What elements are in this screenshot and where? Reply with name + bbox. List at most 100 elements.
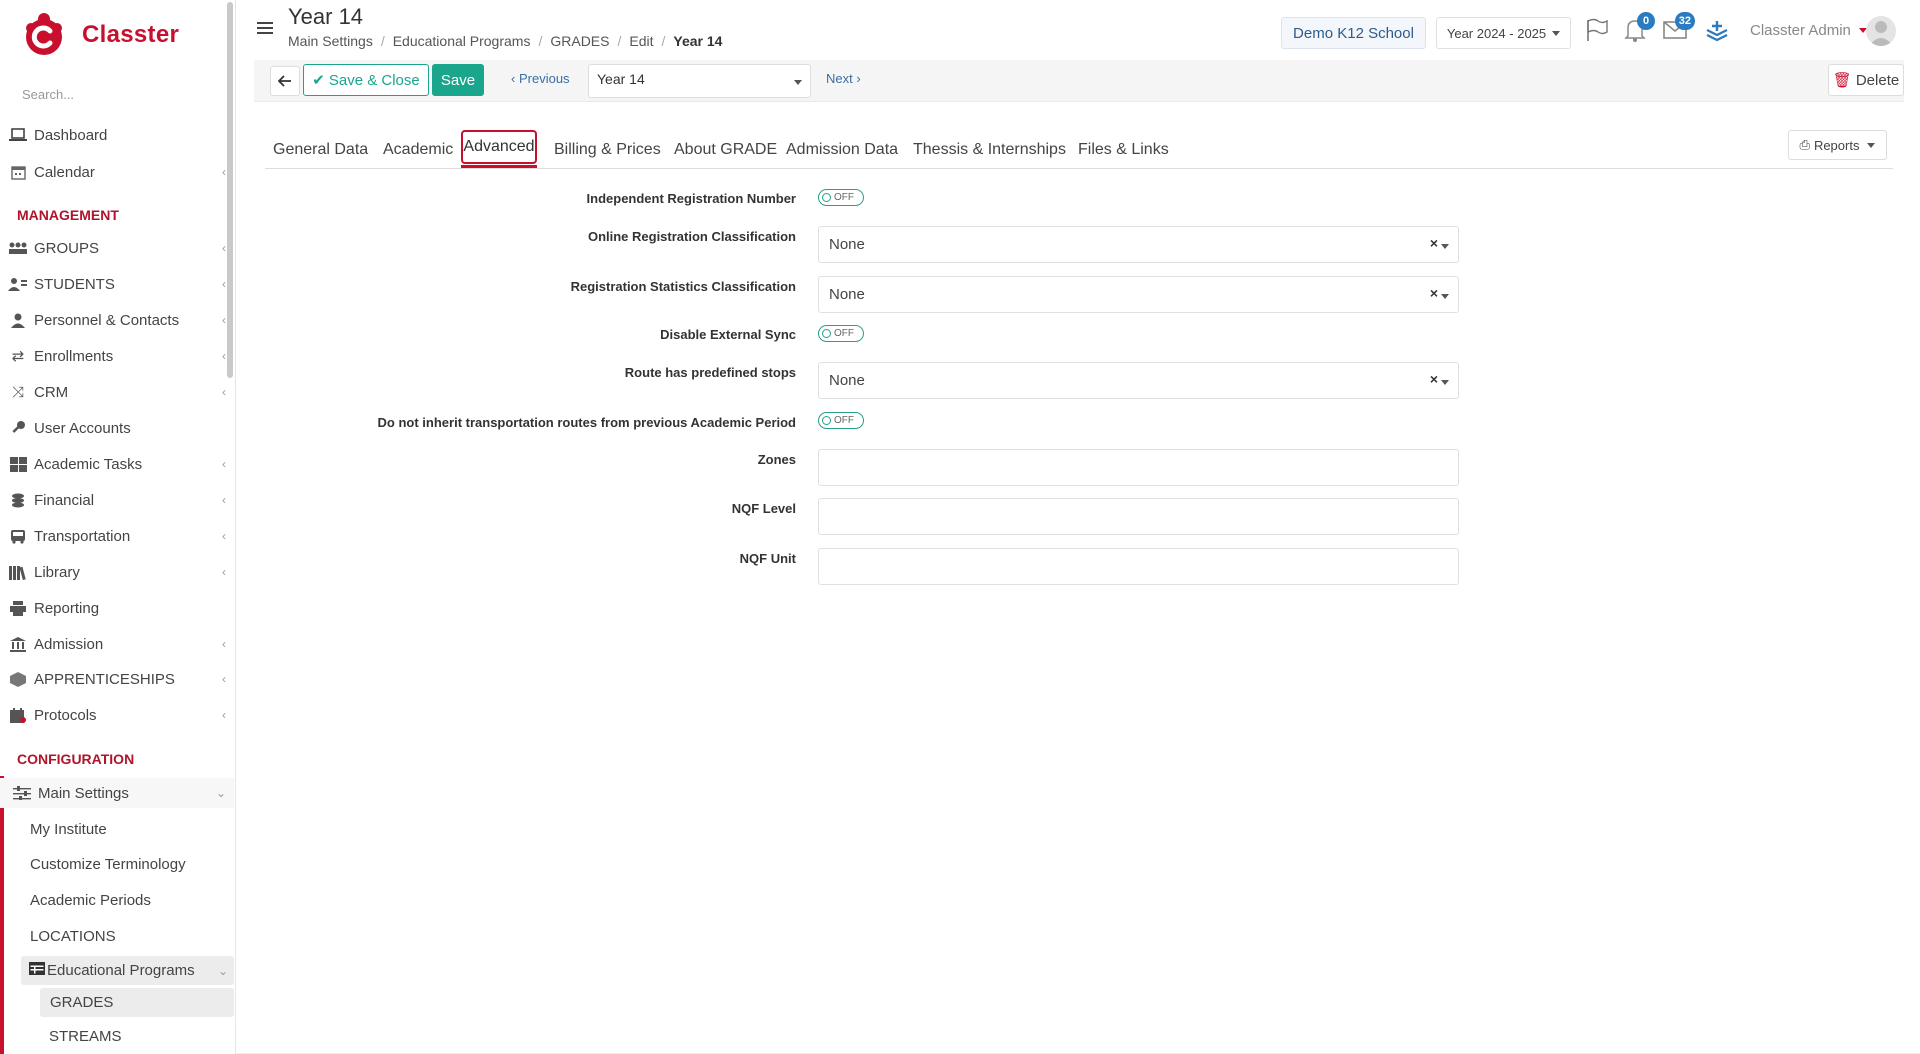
sidebar-item-students[interactable]: STUDENTS ‹ xyxy=(0,269,234,299)
route-predefined-stops-label: Route has predefined stops xyxy=(624,365,796,380)
breadcrumb-item[interactable]: Educational Programs xyxy=(393,33,531,49)
sidebar-item-groups[interactable]: GROUPS ‹ xyxy=(0,233,234,263)
back-button[interactable] xyxy=(270,66,300,96)
sidebar-item-academic-tasks[interactable]: Academic Tasks ‹ xyxy=(0,449,234,479)
sidebar-item-label: My Institute xyxy=(30,820,107,838)
layers-plus-icon[interactable] xyxy=(1704,16,1732,44)
tab-about-grade[interactable]: About GRADE xyxy=(674,132,777,168)
personnel-icon xyxy=(8,312,28,328)
sidebar-item-library[interactable]: Library ‹ xyxy=(0,557,234,587)
arrow-left-icon xyxy=(278,75,291,87)
tab-billing-prices[interactable]: Billing & Prices xyxy=(554,132,661,168)
independent-registration-toggle[interactable]: OFF xyxy=(818,189,864,206)
sidebar-item-label: GROUPS xyxy=(34,239,100,257)
previous-record-button[interactable]: ‹ Previous xyxy=(511,71,570,86)
tab-general-data[interactable]: General Data xyxy=(273,132,368,168)
breadcrumb-item[interactable]: GRADES xyxy=(550,33,609,49)
sidebar-item-dashboard[interactable]: Dashboard xyxy=(0,120,234,150)
clear-icon[interactable]: × xyxy=(1430,371,1438,387)
clear-icon[interactable]: × xyxy=(1430,285,1438,301)
envelope-icon[interactable]: 32 xyxy=(1661,12,1695,44)
nqf-unit-input[interactable] xyxy=(818,548,1459,585)
sidebar-item-transportation[interactable]: Transportation ‹ xyxy=(0,521,234,551)
toggle-knob xyxy=(822,416,831,425)
sidebar-item-grades[interactable]: GRADES xyxy=(40,988,234,1017)
books-icon xyxy=(8,564,28,580)
sidebar-item-streams[interactable]: STREAMS xyxy=(49,1022,235,1050)
tab-advanced[interactable]: Advanced xyxy=(461,130,537,168)
sidebar-item-customize-terminology[interactable]: Customize Terminology xyxy=(30,850,230,878)
tab-thesis-internships[interactable]: Thessis & Internships xyxy=(913,132,1066,168)
sidebar-item-personnel[interactable]: Personnel & Contacts ‹ xyxy=(0,305,234,335)
record-selector[interactable]: Year 14 xyxy=(588,64,811,98)
sidebar-item-admission[interactable]: Admission ‹ xyxy=(0,629,234,659)
nqf-level-label: NQF Level xyxy=(731,501,796,516)
select-value: None xyxy=(829,236,865,253)
breadcrumb-item[interactable]: Edit xyxy=(629,33,653,49)
zones-input[interactable] xyxy=(818,449,1459,486)
caret-down-icon xyxy=(1552,30,1561,36)
sidebar-item-label: Library xyxy=(34,563,80,581)
tab-files-links[interactable]: Files & Links xyxy=(1078,132,1169,168)
chevron-left-icon: ‹ xyxy=(222,385,226,399)
save-and-close-button[interactable]: ✔ Save & Close xyxy=(303,64,429,96)
sidebar-item-financial[interactable]: Financial ‹ xyxy=(0,485,234,515)
disable-external-sync-toggle[interactable]: OFF xyxy=(818,325,864,342)
avatar[interactable] xyxy=(1866,16,1896,46)
breadcrumb-item[interactable]: Main Settings xyxy=(288,33,373,49)
flag-icon[interactable] xyxy=(1583,16,1611,44)
sidebar-item-locations[interactable]: LOCATIONS xyxy=(30,922,230,950)
chevron-left-icon: ‹ xyxy=(222,529,226,543)
bell-icon[interactable]: 0 xyxy=(1621,12,1655,44)
enrollments-icon: ⇄ xyxy=(11,348,25,365)
user-menu[interactable]: Classter Admin xyxy=(1750,22,1867,39)
protocols-icon xyxy=(8,707,28,723)
menu-toggle-icon[interactable] xyxy=(257,22,273,36)
academic-year-dropdown[interactable]: Year 2024 - 2025 xyxy=(1436,17,1571,49)
delete-button[interactable]: 🗑 Delete xyxy=(1828,64,1904,96)
sidebar-item-educational-programs[interactable]: Educational Programs ⌄ xyxy=(21,956,234,985)
sidebar-item-user-accounts[interactable]: User Accounts xyxy=(0,413,234,443)
online-registration-classification-select[interactable]: None × xyxy=(818,226,1459,263)
sidebar-item-my-institute[interactable]: My Institute xyxy=(30,815,230,843)
sidebar-item-label: Personnel & Contacts xyxy=(34,311,180,329)
clear-icon[interactable]: × xyxy=(1430,235,1438,251)
school-selector-button[interactable]: Demo K12 School xyxy=(1281,17,1426,49)
check-icon: ✔ xyxy=(312,72,325,89)
sidebar-item-label: STREAMS xyxy=(49,1027,122,1045)
save-button[interactable]: Save xyxy=(432,64,484,96)
no-inherit-routes-label: Do not inherit transportation routes fro… xyxy=(377,415,796,430)
next-record-button[interactable]: Next › xyxy=(826,71,861,86)
registration-statistics-classification-select[interactable]: None × xyxy=(818,276,1459,313)
no-inherit-routes-toggle[interactable]: OFF xyxy=(818,412,864,429)
chevron-left-icon: ‹ xyxy=(222,672,226,686)
sidebar-item-crm[interactable]: ⤨ CRM ‹ xyxy=(0,377,234,407)
chevron-left-icon: ‹ xyxy=(222,457,226,471)
sidebar-item-enrollments[interactable]: ⇄ Enrollments ‹ xyxy=(0,341,234,371)
chevron-right-icon: › xyxy=(856,71,861,86)
route-predefined-stops-select[interactable]: None × xyxy=(818,362,1459,399)
reports-label: Reports xyxy=(1813,137,1860,153)
tab-admission-data[interactable]: Admission Data xyxy=(786,132,898,168)
sidebar-item-label: CRM xyxy=(34,383,69,401)
sidebar-item-calendar[interactable]: Calendar ‹ xyxy=(0,157,234,187)
record-toolbar xyxy=(254,60,1904,102)
sidebar-search-input[interactable] xyxy=(12,80,222,108)
sidebar: Classter Dashboard Calendar ‹ MANAGEMENT… xyxy=(0,0,236,1054)
chevron-left-icon: ‹ xyxy=(222,165,226,179)
previous-label: Previous xyxy=(518,71,570,86)
laptop-icon xyxy=(8,127,28,143)
reports-dropdown-button[interactable]: ⎙ Reports xyxy=(1788,130,1887,160)
tasks-icon xyxy=(8,456,28,472)
sidebar-item-reporting[interactable]: Reporting xyxy=(0,593,234,623)
sidebar-item-main-settings[interactable]: Main Settings ⌄ xyxy=(0,778,234,808)
sidebar-item-apprenticeships[interactable]: APPRENTICESHIPS ‹ xyxy=(0,664,234,694)
logo[interactable]: Classter xyxy=(22,10,179,60)
nqf-level-input[interactable] xyxy=(818,498,1459,535)
bus-icon xyxy=(8,528,28,544)
sidebar-item-academic-periods[interactable]: Academic Periods xyxy=(30,886,230,914)
sidebar-item-label: Dashboard xyxy=(34,126,108,144)
box-icon xyxy=(8,671,28,687)
tab-academic[interactable]: Academic xyxy=(383,132,453,168)
sidebar-item-protocols[interactable]: Protocols ‹ xyxy=(0,700,234,730)
